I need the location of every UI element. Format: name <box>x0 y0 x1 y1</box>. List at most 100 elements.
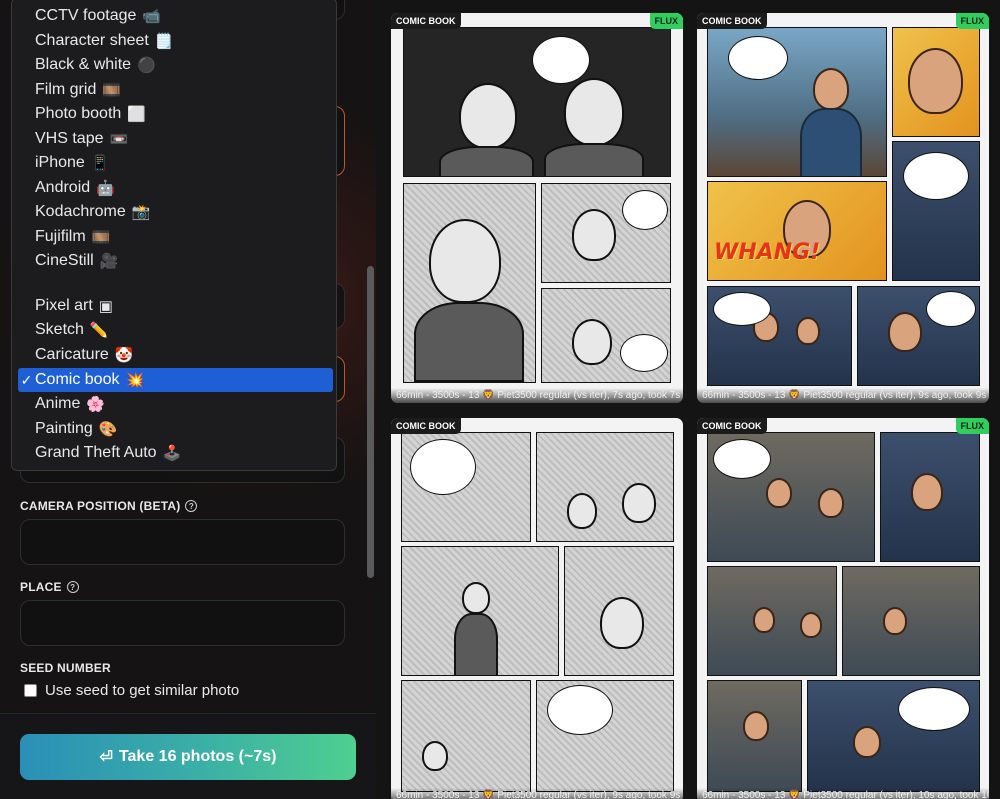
film-frames-icon: 🎞️ <box>102 82 122 99</box>
place-input[interactable] <box>20 600 345 646</box>
menu-item-label: Film grid <box>35 81 97 98</box>
character-head <box>622 483 656 523</box>
menu-item-painting[interactable]: Painting 🎨 <box>18 417 333 441</box>
photo-card[interactable]: COMIC BOOK FLUX 66min - 3500s - 13 🦁 Pie… <box>697 418 989 799</box>
character-head <box>753 607 775 633</box>
character-head <box>800 612 822 638</box>
menu-item-label: CCTV footage <box>35 7 137 24</box>
style-tag: COMIC BOOK <box>697 13 767 29</box>
notepad-icon: 🗒️ <box>154 33 174 50</box>
seed-checkbox[interactable] <box>24 684 37 697</box>
photo-card[interactable]: COMIC BOOK FLUX 66min - 3500s - 13 🦁 Pie… <box>391 13 683 403</box>
menu-item-label: VHS tape <box>35 130 104 147</box>
seed-checkbox-row[interactable]: Use seed to get similar photo <box>24 682 239 699</box>
menu-item-black-white[interactable]: Black & white ⚫ <box>18 53 333 77</box>
camera-position-input[interactable] <box>20 519 345 565</box>
comic-panel <box>707 566 837 676</box>
camera-flash-icon: 📸 <box>131 204 151 221</box>
menu-item-kodachrome[interactable]: Kodachrome 📸 <box>18 200 333 224</box>
menu-item-anime[interactable]: Anime 🌸 <box>18 392 333 416</box>
camera-position-label: CAMERA POSITION (BETA) ? <box>20 499 198 513</box>
menu-item-film-grid[interactable]: Film grid 🎞️ <box>18 78 333 102</box>
style-dropdown-menu: CCTV footage 📹 Character sheet 🗒️ Black … <box>11 0 337 471</box>
menu-item-comic-book[interactable]: ✓ Comic book 💥 <box>18 368 333 392</box>
speech-bubble <box>713 439 771 479</box>
take-photos-label: Take 16 photos (~7s) <box>118 748 277 765</box>
comic-panel <box>857 286 980 386</box>
menu-item-vhs-tape[interactable]: VHS tape 📼 <box>18 127 333 151</box>
character-head <box>796 317 820 345</box>
speech-bubble <box>622 190 668 230</box>
model-tag: FLUX <box>649 13 683 29</box>
character-head <box>743 711 769 741</box>
help-icon[interactable]: ? <box>185 500 198 512</box>
character-head <box>888 312 922 352</box>
app-root: CAMERA POSITION (BETA) ? PLACE ? SEED NU… <box>0 0 1000 799</box>
comic-panel <box>707 27 887 177</box>
collision-icon: 💥 <box>125 372 145 389</box>
menu-item-iphone[interactable]: iPhone 📱 <box>18 151 333 175</box>
menu-item-grand-theft-auto[interactable]: Grand Theft Auto 🕹️ <box>18 441 333 465</box>
clown-face-icon: 🤡 <box>114 347 134 364</box>
movie-camera-icon: 🎥 <box>99 253 119 270</box>
menu-item-label: Caricature <box>35 346 109 363</box>
comic-panel <box>541 288 671 383</box>
comic-panel <box>892 141 980 281</box>
menu-item-label: Grand Theft Auto <box>35 444 157 461</box>
character-head <box>572 319 612 365</box>
speech-bubble <box>620 334 668 372</box>
speech-bubble <box>728 36 788 80</box>
character-head <box>462 582 490 614</box>
enter-icon: ⏎ <box>99 749 113 766</box>
menu-item-label: Comic book <box>35 371 120 388</box>
menu-item-fujifilm[interactable]: Fujifilm 🎞️ <box>18 225 333 249</box>
style-tag: COMIC BOOK <box>697 418 767 434</box>
character-head <box>600 597 644 649</box>
menu-item-label: Kodachrome <box>35 203 126 220</box>
character-head <box>572 209 616 261</box>
photo-caption: 66min - 3500s - 13 🦁 Piet3500 regular (v… <box>697 788 989 799</box>
sound-effect: WHANG! <box>714 240 821 265</box>
comic-panel <box>403 27 671 177</box>
film-frames-icon: 🎞️ <box>91 229 111 246</box>
character-head <box>911 473 943 511</box>
comic-panel <box>842 566 980 676</box>
take-photos-button[interactable]: ⏎ Take 16 photos (~7s) <box>20 734 356 780</box>
character-head <box>459 83 517 149</box>
menu-item-sketch[interactable]: Sketch ✏️ <box>18 318 333 342</box>
menu-item-label: Anime <box>35 395 81 412</box>
menu-item-android[interactable]: Android 🤖 <box>18 176 333 200</box>
menu-item-pixel-art[interactable]: Pixel art ▣ <box>18 294 333 318</box>
place-label: PLACE ? <box>20 580 79 594</box>
speech-bubble <box>532 36 590 84</box>
character-head <box>813 68 849 110</box>
style-tag: COMIC BOOK <box>391 13 461 29</box>
black-circle-icon: ⚫ <box>137 57 156 74</box>
white-square-icon: ⬜ <box>127 106 146 123</box>
character-head <box>422 741 448 771</box>
robot-icon: 🤖 <box>96 180 115 197</box>
menu-item-label: Android <box>35 179 91 196</box>
photo-card[interactable]: COMIC BOOK 66min - 3500s - 13 🦁 Piet3500… <box>391 418 683 799</box>
panel-scrollbar-thumb[interactable] <box>367 266 374 578</box>
character-body <box>439 146 534 176</box>
comic-panel <box>403 183 536 383</box>
menu-item-label: Sketch <box>35 321 84 338</box>
photo-card[interactable]: COMIC BOOK FLUX WHANG! 66min - 3500s - 1… <box>697 13 989 403</box>
speech-bubble <box>898 687 970 731</box>
menu-item-cctv-footage[interactable]: CCTV footage 📹 <box>18 4 333 28</box>
menu-item-character-sheet[interactable]: Character sheet 🗒️ <box>18 29 333 53</box>
menu-item-photo-booth[interactable]: Photo booth ⬜ <box>18 102 333 126</box>
photo-caption: 66min - 3500s - 13 🦁 Piet3500 regular (v… <box>391 388 683 403</box>
help-icon[interactable]: ? <box>66 581 79 593</box>
menu-item-cinestill[interactable]: CineStill 🎥 <box>18 249 333 273</box>
menu-item-caricature[interactable]: Caricature 🤡 <box>18 343 333 367</box>
character-head <box>908 48 963 114</box>
character-body <box>800 108 862 176</box>
comic-panel <box>536 680 674 792</box>
character-body <box>454 613 498 675</box>
palette-icon: 🎨 <box>98 421 118 438</box>
comic-panel <box>536 432 674 542</box>
pencil-icon: ✏️ <box>89 322 109 339</box>
character-head <box>818 488 844 518</box>
